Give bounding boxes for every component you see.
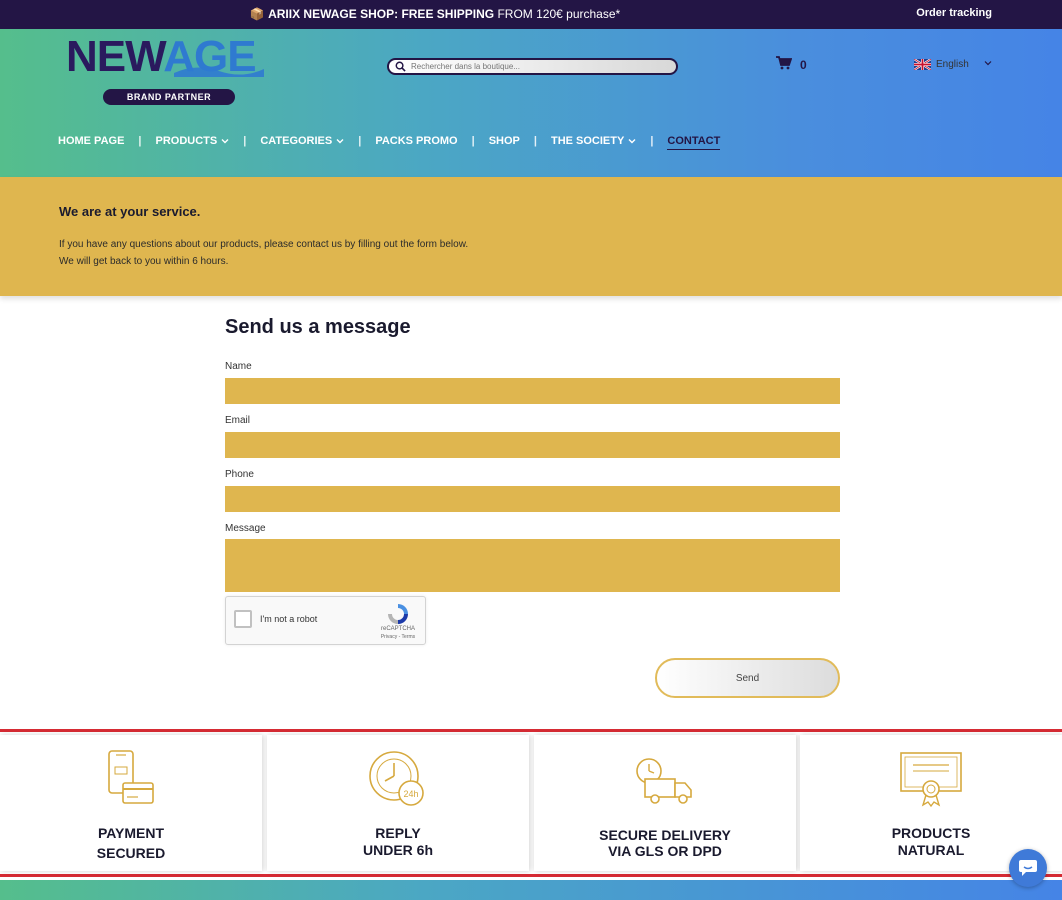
nav-the-society[interactable]: THE SOCIETY xyxy=(551,135,636,147)
service-line-1: If you have any questions about our prod… xyxy=(59,239,469,250)
feature-delivery-line1: SECURE DELIVERY xyxy=(599,827,731,843)
feature-natural-line1: PRODUCTS xyxy=(891,825,971,841)
name-label: Name xyxy=(225,361,252,372)
service-line-2: We will get back to you within 6 hours. xyxy=(59,256,229,267)
chevron-down-icon xyxy=(984,61,992,66)
email-label: Email xyxy=(225,415,251,426)
nav-packs-promo-label: PACKS PROMO xyxy=(375,135,458,147)
promo-free-shipping: FREE SHIPPING xyxy=(401,7,495,21)
nav-products[interactable]: PRODUCTS xyxy=(156,135,230,147)
chevron-down-icon xyxy=(628,139,636,144)
brand-partner-badge: BRAND PARTNER xyxy=(103,89,235,105)
logo-new: NEW xyxy=(66,32,164,81)
nav-separator: | xyxy=(650,135,654,147)
message-field[interactable] xyxy=(225,539,840,592)
recaptcha-logo-icon xyxy=(388,604,408,624)
feature-icon-wrap xyxy=(534,749,796,816)
feature-reply: 24h REPLY UNDER 6h xyxy=(267,735,529,871)
feature-icon-wrap: 24h xyxy=(267,749,529,816)
search-bar[interactable] xyxy=(387,58,678,75)
promo-tail: FROM 120€ purchase* xyxy=(497,7,621,21)
chevron-down-icon xyxy=(221,139,229,144)
nav-separator: | xyxy=(358,135,362,147)
nav-contact[interactable]: CONTACT xyxy=(667,135,721,150)
search-icon[interactable] xyxy=(395,61,406,72)
message-label: Message xyxy=(225,523,266,534)
recaptcha-checkbox[interactable] xyxy=(234,610,252,628)
delivery-truck-icon xyxy=(636,758,692,804)
nav-separator: | xyxy=(533,135,537,147)
nav-contact-label: CONTACT xyxy=(667,135,721,147)
recaptcha-brand: reCAPTCHA xyxy=(380,626,415,632)
recaptcha-terms[interactable]: Privacy - Terms xyxy=(374,634,422,640)
nav-shop-label: SHOP xyxy=(488,135,520,147)
feature-reply-line2: UNDER 6h xyxy=(362,842,433,858)
send-button[interactable]: Send xyxy=(655,658,840,698)
chat-bubble-icon xyxy=(1019,860,1037,876)
feature-delivery: SECURE DELIVERY VIA GLS OR DPD xyxy=(534,735,796,871)
promo-bar: 📦 ARIIX NEWAGE SHOP: FREE SHIPPING FROM … xyxy=(0,0,1062,29)
feature-payment-line2: SECURED xyxy=(96,845,166,861)
nav-categories[interactable]: CATEGORIES xyxy=(260,135,344,147)
nav-products-label: PRODUCTS xyxy=(155,135,218,147)
name-field[interactable] xyxy=(225,378,840,404)
promo-text: 📦 ARIIX NEWAGE SHOP: FREE SHIPPING FROM … xyxy=(0,7,870,21)
certificate-icon xyxy=(900,752,962,808)
feature-payment: PAYMENT SECURED xyxy=(0,735,262,871)
clock-24h-icon: 24h xyxy=(369,751,424,806)
nav-packs-promo[interactable]: PACKS PROMO xyxy=(375,135,457,147)
email-field[interactable] xyxy=(225,432,840,458)
newage-logo[interactable]: NEWAGE BRAND PARTNER xyxy=(66,35,276,107)
chevron-down-icon xyxy=(336,139,344,144)
feature-icon-wrap xyxy=(800,749,1062,816)
language-selector[interactable]: English xyxy=(914,57,994,73)
service-title: We are at your service. xyxy=(59,204,201,219)
features-strip: PAYMENT SECURED 24h REPLY UNDER 6h SECUR… xyxy=(0,729,1062,877)
language-label: English xyxy=(936,59,969,70)
feature-icon-wrap xyxy=(0,749,262,816)
nav-home-page[interactable]: HOME PAGE xyxy=(58,135,124,147)
feature-delivery-line2: VIA GLS OR DPD xyxy=(608,843,722,859)
nav-categories-label: CATEGORIES xyxy=(260,135,333,147)
nav-separator: | xyxy=(243,135,247,147)
nav-separator: | xyxy=(471,135,475,147)
nav-shop[interactable]: SHOP xyxy=(489,135,520,147)
feature-payment-line1: PAYMENT xyxy=(97,825,165,841)
payment-card-icon xyxy=(108,750,154,804)
cart-button[interactable]: 0 xyxy=(776,56,816,74)
nav-home-page-label: HOME PAGE xyxy=(58,135,125,147)
svg-text:24h: 24h xyxy=(403,789,418,799)
nav-the-society-label: THE SOCIETY xyxy=(550,135,625,147)
recaptcha-widget: I'm not a robot reCAPTCHA Privacy - Term… xyxy=(225,596,426,645)
phone-field[interactable] xyxy=(225,486,840,512)
order-tracking-link[interactable]: Order tracking xyxy=(916,7,992,19)
nav-separator: | xyxy=(138,135,142,147)
feature-reply-line1: REPLY xyxy=(375,825,421,841)
service-banner: We are at your service. If you have any … xyxy=(0,177,1062,296)
cart-icon[interactable] xyxy=(776,56,793,70)
logo-wave-icon xyxy=(174,67,264,77)
chat-button[interactable] xyxy=(1009,849,1047,887)
promo-lead: ARIIX NEWAGE SHOP: xyxy=(268,7,399,21)
footer-gradient-strip xyxy=(0,880,1062,900)
site-header: NEWAGE BRAND PARTNER 0 Eng xyxy=(0,29,1062,177)
main-nav: HOME PAGE | PRODUCTS | CATEGORIES | PACK… xyxy=(58,132,721,150)
recaptcha-label: I'm not a robot xyxy=(260,614,318,624)
search-input[interactable] xyxy=(411,60,671,73)
phone-label: Phone xyxy=(225,469,254,480)
cart-count: 0 xyxy=(800,58,807,72)
uk-flag-icon xyxy=(914,59,931,70)
form-heading: Send us a message xyxy=(225,316,411,338)
package-icon: 📦 xyxy=(249,7,265,21)
